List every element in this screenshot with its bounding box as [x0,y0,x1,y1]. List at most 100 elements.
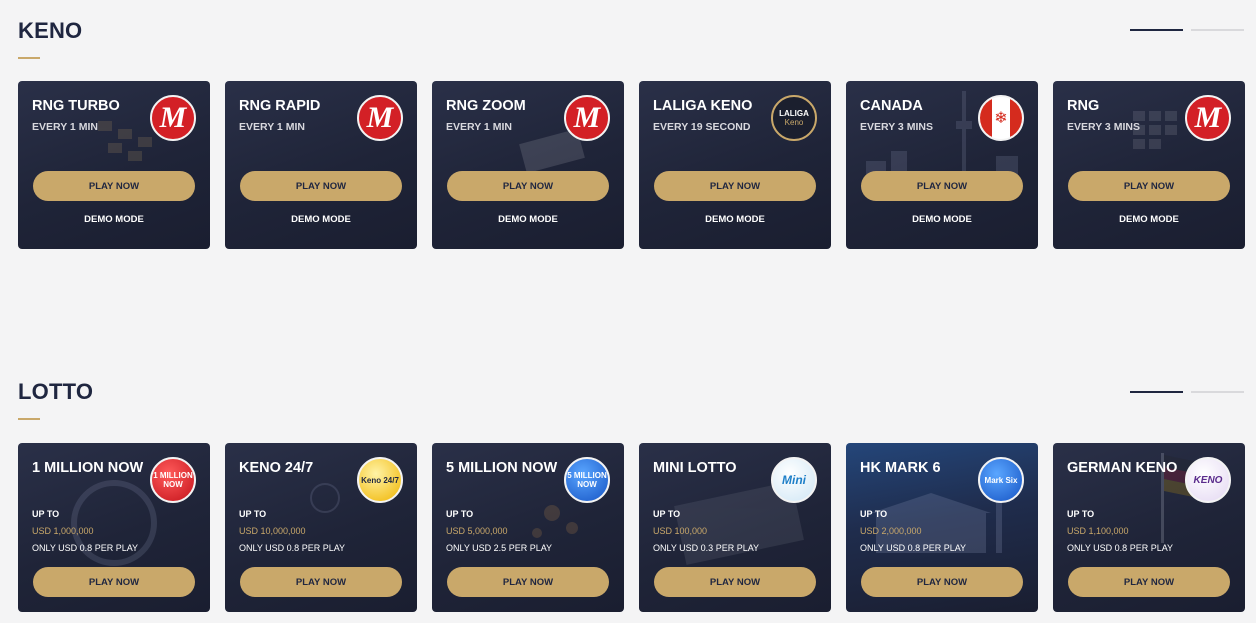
logo-text: 1 MILLION NOW [153,471,193,489]
lotto-cards: 1 MILLION NOW 1 MILLION NOW UP TO USD 1,… [18,443,1245,612]
game-card-keno-24-7[interactable]: KENO 24/7 Keno 24/7 UP TO USD 10,000,000… [225,443,417,612]
logo-text: Keno 24/7 [361,475,399,485]
logo-text: Mini [782,472,806,487]
draw-frequency: EVERY 19 SECOND [653,121,751,133]
game-name: RNG TURBO [32,98,120,114]
price-per-play: ONLY USD 0.3 PER PLAY [653,543,760,553]
game-name: LALIGA KENO [653,98,753,114]
price-per-play: ONLY USD 0.8 PER PLAY [239,543,346,553]
draw-frequency: EVERY 3 MINS [1067,121,1140,133]
prize-amount: USD 2,000,000 [860,526,922,536]
game-name: RNG [1067,98,1100,114]
logo-text: 5 MILLION NOW [567,471,607,489]
mark-six-icon: Mark Six [978,457,1024,503]
play-now-button[interactable]: PLAY NOW [861,567,1023,597]
demo-mode-link[interactable]: DEMO MODE [639,214,831,225]
carousel-pager [1130,29,1244,31]
demo-mode-link[interactable]: DEMO MODE [432,214,624,225]
up-to-label: UP TO [32,509,60,519]
title-underline [18,418,40,420]
play-now-button[interactable]: PLAY NOW [447,171,609,201]
carousel-pager [1130,391,1244,393]
play-now-button[interactable]: PLAY NOW [654,567,816,597]
section-title-keno: KENO [18,18,83,43]
play-now-button[interactable]: PLAY NOW [240,171,402,201]
prize-amount: USD 1,100,000 [1067,526,1129,536]
price-per-play: ONLY USD 2.5 PER PLAY [446,543,553,553]
price-per-play: ONLY USD 0.8 PER PLAY [32,543,139,553]
game-card-rng-turbo[interactable]: RNG TURBO EVERY 1 MIN M PLAY NOW DEMO MO… [18,81,210,249]
draw-frequency: EVERY 1 MIN [32,121,98,133]
game-card-rng-rapid[interactable]: RNG RAPID EVERY 1 MIN M PLAY NOW DEMO MO… [225,81,417,249]
game-card-hk-mark-6[interactable]: HK MARK 6 Mark Six UP TO USD 2,000,000 O… [846,443,1038,612]
title-underline [18,57,40,59]
play-now-button[interactable]: PLAY NOW [33,171,195,201]
up-to-label: UP TO [239,509,267,519]
prize-amount: USD 5,000,000 [446,526,508,536]
prize-amount: USD 1,000,000 [32,526,94,536]
m-logo-icon: M [357,95,403,141]
game-name: GERMAN KENO [1067,460,1178,476]
play-now-button[interactable]: PLAY NOW [1068,567,1230,597]
pager-dot-2[interactable] [1191,29,1244,31]
laliga-keno-icon: LALIGA Keno [771,95,817,141]
prize-amount: USD 100,000 [653,526,708,536]
lotto-section: LOTTO 1 MILLION NOW 1 MILLION NOW UP TO … [0,360,1256,623]
play-now-button[interactable]: PLAY NOW [447,567,609,597]
game-card-laliga-keno[interactable]: LALIGA KENO EVERY 19 SECOND LALIGA Keno P… [639,81,831,249]
prize-amount: USD 10,000,000 [239,526,306,536]
logo-text: Mark Six [984,475,1018,485]
demo-mode-link[interactable]: DEMO MODE [1053,214,1245,225]
pager-dot-2[interactable] [1191,391,1244,393]
draw-frequency: EVERY 3 MINS [860,121,933,133]
m-logo-icon: M [564,95,610,141]
up-to-label: UP TO [653,509,681,519]
game-card-5-million-now[interactable]: 5 MILLION NOW 5 MILLION NOW UP TO USD 5,… [432,443,624,612]
pager-dot-1[interactable] [1130,29,1183,31]
logo-text-keno: Keno [784,118,804,127]
play-now-button[interactable]: PLAY NOW [1068,171,1230,201]
game-card-rng[interactable]: RNG EVERY 3 MINS M PLAY NOW DEMO MODE [1053,81,1245,249]
game-card-german-keno[interactable]: GERMAN KENO KENO UP TO USD 1,100,000 ONL… [1053,443,1245,612]
mini-lotto-icon: Mini [771,457,817,503]
play-now-button[interactable]: PLAY NOW [240,567,402,597]
section-title-lotto: LOTTO [18,379,94,404]
game-card-1-million-now[interactable]: 1 MILLION NOW 1 MILLION NOW UP TO USD 1,… [18,443,210,612]
draw-frequency: EVERY 1 MIN [446,121,512,133]
m-logo-icon: M [150,95,196,141]
game-card-rng-zoom[interactable]: RNG ZOOM EVERY 1 MIN M PLAY NOW DEMO MOD… [432,81,624,249]
play-now-button[interactable]: PLAY NOW [861,171,1023,201]
german-keno-icon: KENO [1185,457,1231,503]
canada-flag-icon: ❄ [978,95,1024,141]
game-name: CANADA [860,98,923,114]
draw-frequency: EVERY 1 MIN [239,121,305,133]
keno-section: KENO RNG TURBO EVERY 1 MIN M PLAY NOW DE… [0,0,1256,260]
up-to-label: UP TO [446,509,474,519]
m-logo-icon: M [1185,95,1231,141]
keno-cards: RNG TURBO EVERY 1 MIN M PLAY NOW DEMO MO… [18,81,1245,249]
game-name: MINI LOTTO [653,460,737,476]
game-name: 5 MILLION NOW [446,460,558,476]
demo-mode-link[interactable]: DEMO MODE [18,214,210,225]
play-now-button[interactable]: PLAY NOW [654,171,816,201]
game-card-canada[interactable]: CANADA EVERY 3 MINS ❄ PLAY NOW DEMO MODE [846,81,1038,249]
5-million-now-icon: 5 MILLION NOW [564,457,610,503]
game-name: RNG ZOOM [446,98,526,114]
1-million-now-icon: 1 MILLION NOW [150,457,196,503]
up-to-label: UP TO [1067,509,1095,519]
pager-dot-1[interactable] [1130,391,1183,393]
demo-mode-link[interactable]: DEMO MODE [846,214,1038,225]
up-to-label: UP TO [860,509,888,519]
price-per-play: ONLY USD 0.8 PER PLAY [1067,543,1174,553]
game-name: KENO 24/7 [239,460,314,476]
game-card-mini-lotto[interactable]: MINI LOTTO Mini UP TO USD 100,000 ONLY U… [639,443,831,612]
game-name: HK MARK 6 [860,460,941,476]
logo-text: LALIGA [779,109,809,118]
game-name: RNG RAPID [239,98,321,114]
game-name: 1 MILLION NOW [32,460,144,476]
logo-text: KENO [1193,474,1223,486]
price-per-play: ONLY USD 0.8 PER PLAY [860,543,967,553]
play-now-button[interactable]: PLAY NOW [33,567,195,597]
demo-mode-link[interactable]: DEMO MODE [225,214,417,225]
keno-24-7-icon: Keno 24/7 [357,457,403,503]
